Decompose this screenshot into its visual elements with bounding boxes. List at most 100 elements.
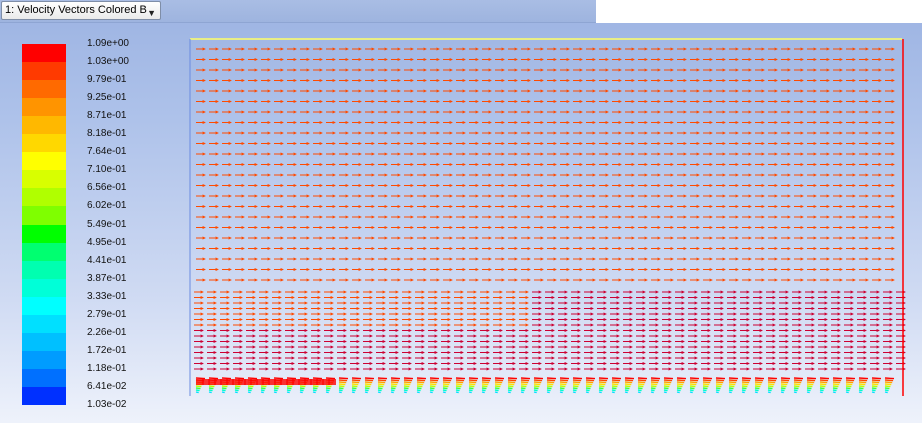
vector-arrow — [468, 377, 479, 380]
vector-arrow — [546, 377, 557, 380]
vector-arrow — [715, 389, 720, 392]
vector-arrow — [663, 391, 667, 394]
vector-arrow — [507, 389, 512, 392]
vector-arrow — [481, 387, 487, 390]
vector-arrow — [676, 377, 687, 380]
vector-arrow — [572, 379, 582, 382]
vector-arrow — [780, 381, 789, 384]
vector-arrow — [663, 383, 671, 386]
vector-arrow — [559, 387, 565, 390]
vector-arrow — [650, 383, 658, 386]
vector-arrow — [741, 383, 749, 386]
vector-arrow — [637, 379, 647, 382]
vector-arrow — [481, 383, 489, 386]
vector-arrow — [793, 385, 800, 388]
vector-arrow — [689, 381, 698, 384]
vector-arrow — [767, 383, 775, 386]
vector-arrow — [819, 381, 828, 384]
vector-arrow — [507, 381, 516, 384]
vector-arrow — [403, 379, 413, 382]
vector-arrow — [819, 387, 825, 390]
vector-arrow — [819, 389, 824, 392]
vector-arrow — [793, 381, 802, 384]
vector-arrow — [208, 377, 219, 380]
vector-arrow — [754, 377, 765, 380]
vector-arrow — [871, 385, 878, 388]
vector-arrow — [715, 377, 726, 380]
vector-arrow — [611, 377, 622, 380]
vector-arrow — [351, 385, 358, 388]
vector-arrow — [364, 385, 371, 388]
vector-arrow — [507, 377, 518, 380]
vector-arrow — [312, 385, 319, 388]
vector-arrow — [663, 385, 670, 388]
vector-arrow — [884, 385, 891, 388]
vector-arrow — [312, 389, 317, 392]
vector-arrow — [338, 377, 349, 380]
vector-arrow — [754, 391, 758, 394]
vector-arrow — [884, 391, 888, 394]
vector-arrow — [338, 383, 346, 386]
vector-arrow — [715, 379, 725, 382]
vector-arrow — [676, 389, 681, 392]
vector-arrow — [195, 385, 202, 388]
vector-arrow — [611, 379, 621, 382]
vector-arrow — [845, 377, 856, 380]
vector-arrow — [767, 379, 777, 382]
vector-arrow — [533, 383, 541, 386]
vector-arrow — [520, 385, 527, 388]
vector-arrow — [247, 377, 258, 380]
vector-arrow — [338, 381, 347, 384]
vector-arrow — [481, 385, 488, 388]
vector-arrow — [559, 379, 569, 382]
vector-arrow — [767, 387, 773, 390]
vector-arrow — [494, 383, 502, 386]
vector-arrow — [650, 385, 657, 388]
vector-arrow — [676, 379, 686, 382]
vector-arrow — [546, 389, 551, 392]
vector-arrow — [507, 387, 513, 390]
vector-arrow — [806, 391, 810, 394]
vector-arrow — [312, 387, 318, 390]
vector-arrow — [494, 381, 503, 384]
vector-arrow — [858, 391, 862, 394]
vector-arrow — [780, 385, 787, 388]
vector-arrow — [312, 391, 316, 394]
vector-arrow — [832, 391, 836, 394]
vector-arrow — [702, 385, 709, 388]
vector-arrow — [611, 389, 616, 392]
vector-arrow — [871, 389, 876, 392]
vector-arrow — [572, 387, 578, 390]
vector-arrow — [403, 383, 411, 386]
vector-arrow — [377, 379, 387, 382]
vector-arrow — [884, 379, 894, 382]
vector-arrow — [494, 387, 500, 390]
velocity-vector-plot[interactable] — [0, 0, 922, 423]
vector-arrow — [299, 377, 310, 380]
vector-arrow — [455, 389, 460, 392]
vector-arrow — [481, 389, 486, 392]
vector-arrow — [286, 387, 292, 390]
vector-arrow — [416, 379, 426, 382]
vector-arrow — [624, 391, 628, 394]
vector-arrow — [741, 385, 748, 388]
vector-arrow — [520, 383, 528, 386]
vector-arrow — [325, 385, 332, 388]
vector-arrow — [455, 379, 465, 382]
vector-arrow — [520, 377, 531, 380]
vector-arrow — [221, 377, 232, 380]
vector-arrow — [390, 383, 398, 386]
vector-arrow — [377, 391, 381, 394]
vector-arrow — [624, 385, 631, 388]
vector-arrow — [598, 387, 604, 390]
vector-arrow — [273, 385, 280, 388]
vector-arrow — [481, 391, 485, 394]
vector-arrow — [858, 379, 868, 382]
vector-arrow — [598, 379, 608, 382]
vector-arrow — [234, 391, 238, 394]
vector-arrow — [832, 387, 838, 390]
vector-arrow — [442, 379, 452, 382]
vector-arrow — [793, 391, 797, 394]
vector-arrow — [806, 381, 815, 384]
vector-arrow — [273, 391, 277, 394]
